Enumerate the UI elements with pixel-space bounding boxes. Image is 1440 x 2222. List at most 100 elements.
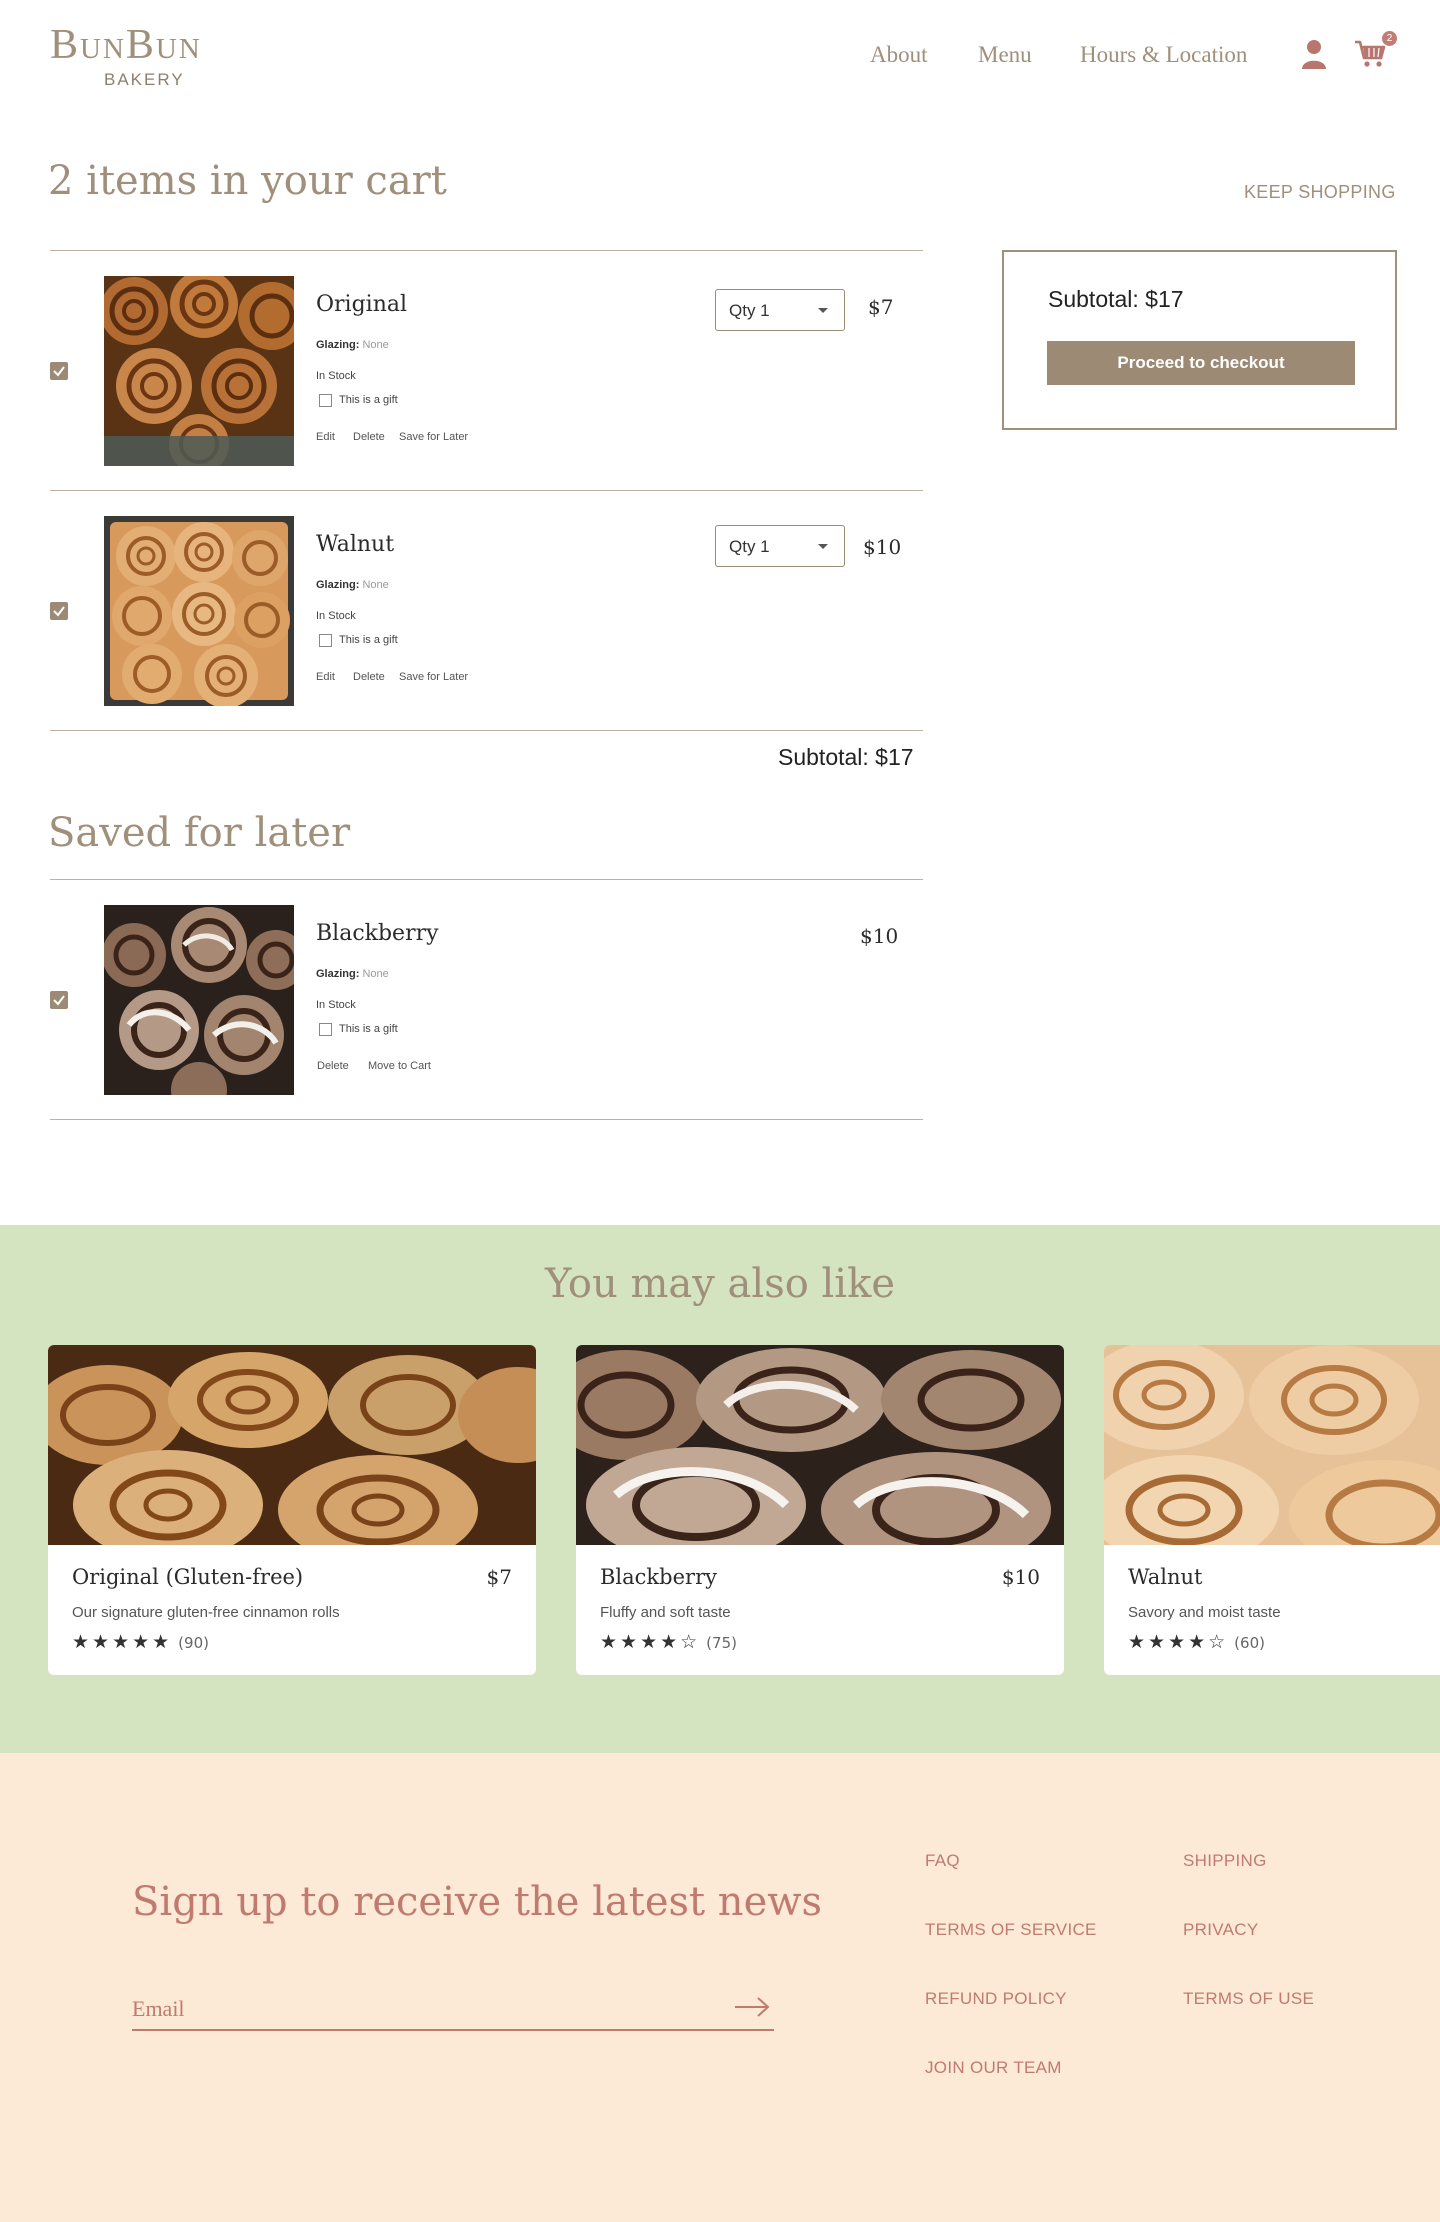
item-checkbox[interactable] (50, 991, 68, 1009)
cart-count-badge: 2 (1382, 31, 1397, 46)
product-card[interactable]: Blackberry $10 Fluffy and soft taste ★★★… (576, 1345, 1064, 1675)
chevron-down-icon (818, 308, 828, 313)
logo-subtitle: BAKERY (104, 70, 185, 89)
edit-link[interactable]: Edit (316, 431, 335, 443)
gift-label[interactable]: This is a gift (339, 394, 398, 406)
item-glazing: Glazing: None (316, 968, 389, 980)
star-rating: ★★★★☆ (75) (600, 1631, 737, 1653)
item-price: $7 (868, 295, 894, 319)
order-summary: Subtotal: $17 Proceed to checkout (1002, 250, 1397, 430)
divider (50, 250, 923, 251)
product-card-price: $10 (1001, 1565, 1040, 1589)
divider (50, 1119, 923, 1120)
logo[interactable]: BunBun (50, 24, 202, 66)
footer-link-privacy[interactable]: PRIVACY (1183, 1920, 1258, 1940)
footer-link-join-our-team[interactable]: JOIN OUR TEAM (925, 2058, 1062, 2078)
stock-status: In Stock (316, 370, 356, 382)
glazing-value: None (362, 968, 389, 980)
product-card[interactable]: Walnut Savory and moist taste ★★★★☆ (60) (1104, 1345, 1440, 1675)
gift-checkbox[interactable] (319, 394, 332, 407)
review-count: (75) (706, 1634, 737, 1652)
delete-link[interactable]: Delete (317, 1060, 349, 1072)
chevron-down-icon (818, 544, 828, 549)
product-card-description: Our signature gluten-free cinnamon rolls (72, 1604, 340, 1621)
footer-link-faq[interactable]: FAQ (925, 1851, 960, 1871)
nav-about[interactable]: About (870, 42, 928, 68)
product-image-original[interactable] (104, 276, 294, 466)
star-rating: ★★★★☆ (60) (1128, 1631, 1265, 1653)
product-card-name: Walnut (1128, 1565, 1203, 1589)
footer-link-refund-policy[interactable]: REFUND POLICY (925, 1989, 1067, 2009)
star-icons: ★★★★★ (72, 1631, 173, 1653)
item-glazing: Glazing: None (316, 579, 389, 591)
cart-heading: 2 items in your cart (48, 158, 447, 204)
gift-label[interactable]: This is a gift (339, 1023, 398, 1035)
star-rating: ★★★★★ (90) (72, 1631, 209, 1653)
glazing-label: Glazing: (316, 339, 360, 351)
save-for-later-link[interactable]: Save for Later (399, 431, 468, 443)
divider (50, 490, 923, 491)
product-card-name: Blackberry (600, 1565, 717, 1589)
item-glazing: Glazing: None (316, 339, 389, 351)
nav-hours-location[interactable]: Hours & Location (1080, 42, 1247, 68)
divider (50, 730, 923, 731)
checkout-button[interactable]: Proceed to checkout (1047, 341, 1355, 385)
email-input[interactable] (132, 1991, 692, 2027)
item-price: $10 (863, 535, 902, 559)
recommendations-section: You may also like Original (Gluten-free)… (0, 1225, 1440, 1753)
glazing-value: None (362, 579, 389, 591)
email-field-wrapper (132, 1991, 774, 2031)
item-checkbox[interactable] (50, 362, 68, 380)
star-icons: ★★★★☆ (1128, 1631, 1229, 1653)
recommendations-heading: You may also like (544, 1261, 896, 1307)
move-to-cart-link[interactable]: Move to Cart (368, 1060, 431, 1072)
saved-heading: Saved for later (48, 810, 351, 856)
item-name[interactable]: Blackberry (316, 921, 439, 946)
product-card-description: Savory and moist taste (1128, 1604, 1281, 1621)
star-icons: ★★★★☆ (600, 1631, 701, 1653)
quantity-value: Qty 1 (729, 301, 770, 320)
nav-menu[interactable]: Menu (978, 42, 1032, 68)
footer-link-terms-of-service[interactable]: TERMS OF SERVICE (925, 1920, 1097, 1940)
save-for-later-link[interactable]: Save for Later (399, 671, 468, 683)
review-count: (60) (1234, 1634, 1265, 1652)
product-card[interactable]: Original (Gluten-free) $7 Our signature … (48, 1345, 536, 1675)
delete-link[interactable]: Delete (353, 671, 385, 683)
product-card-description: Fluffy and soft taste (600, 1604, 731, 1621)
gift-label[interactable]: This is a gift (339, 634, 398, 646)
stock-status: In Stock (316, 999, 356, 1011)
edit-link[interactable]: Edit (316, 671, 335, 683)
product-card-image (1104, 1345, 1440, 1545)
cart-subtotal: Subtotal: $17 (778, 744, 914, 770)
product-card-name: Original (Gluten-free) (72, 1565, 304, 1589)
glazing-value: None (362, 339, 389, 351)
stock-status: In Stock (316, 610, 356, 622)
review-count: (90) (178, 1634, 209, 1652)
product-image-blackberry[interactable] (104, 905, 294, 1095)
footer-link-terms-of-use[interactable]: TERMS OF USE (1183, 1989, 1314, 2009)
divider (50, 879, 923, 880)
item-price: $10 (860, 924, 899, 948)
item-checkbox[interactable] (50, 602, 68, 620)
quantity-select[interactable]: Qty 1 (715, 289, 845, 331)
footer: Sign up to receive the latest news FAQ S… (0, 1753, 1440, 2222)
item-name[interactable]: Walnut (316, 532, 394, 557)
summary-subtotal: Subtotal: $17 (1048, 286, 1184, 312)
product-card-image (48, 1345, 536, 1545)
product-card-image (576, 1345, 1064, 1545)
glazing-label: Glazing: (316, 579, 360, 591)
item-name[interactable]: Original (316, 292, 407, 317)
newsletter-heading: Sign up to receive the latest news (132, 1879, 822, 1925)
footer-link-shipping[interactable]: SHIPPING (1183, 1851, 1267, 1871)
quantity-value: Qty 1 (729, 537, 770, 556)
arrow-right-icon[interactable] (734, 1995, 770, 2019)
keep-shopping-link[interactable]: KEEP SHOPPING (1244, 182, 1396, 203)
delete-link[interactable]: Delete (353, 431, 385, 443)
user-icon[interactable] (1300, 38, 1328, 70)
product-image-walnut[interactable] (104, 516, 294, 706)
glazing-label: Glazing: (316, 968, 360, 980)
product-card-price: $7 (486, 1565, 512, 1589)
gift-checkbox[interactable] (319, 634, 332, 647)
gift-checkbox[interactable] (319, 1023, 332, 1036)
quantity-select[interactable]: Qty 1 (715, 525, 845, 567)
